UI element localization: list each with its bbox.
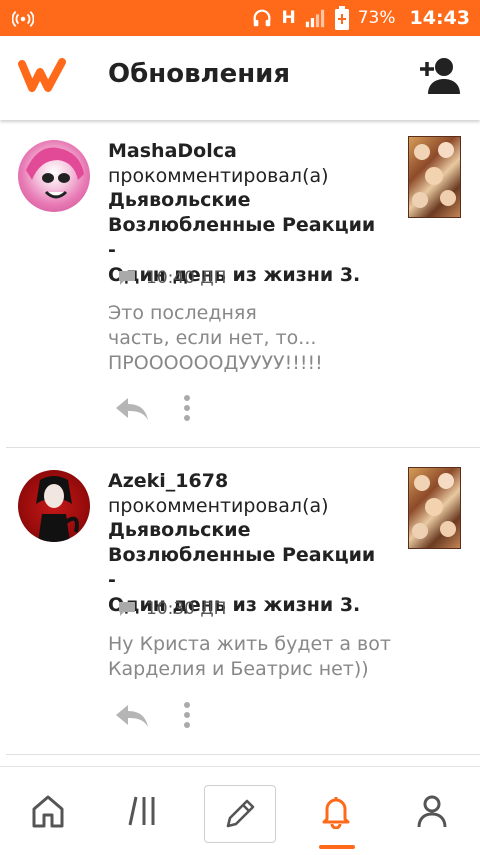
network-type: H — [281, 8, 296, 28]
story-title-line: Возлюбленные Реакции - — [108, 214, 376, 261]
add-user-icon[interactable] — [418, 56, 462, 96]
username[interactable]: Azeki_1678 — [108, 470, 228, 492]
comment-line: Карделия и Беатрис нет)) — [108, 658, 369, 680]
nav-library[interactable] — [96, 767, 192, 855]
page-title: Обновления — [108, 59, 291, 89]
cover-image — [408, 136, 461, 218]
avatar[interactable] — [18, 140, 90, 212]
username[interactable]: MashaDolca — [108, 140, 237, 162]
story-title-line: Дьявольские — [108, 519, 251, 541]
home-icon — [32, 795, 64, 828]
story-title-line: Возлюбленные Реакции - — [108, 544, 376, 591]
more-options-icon[interactable] — [178, 701, 196, 729]
comment-line: Это последняя — [108, 302, 257, 324]
pencil-icon — [226, 799, 255, 828]
avatar[interactable] — [18, 470, 90, 542]
clock: 14:43 — [409, 7, 470, 29]
profile-icon — [417, 795, 447, 828]
wattpad-logo-icon[interactable] — [18, 58, 66, 96]
story-cover[interactable] — [408, 467, 461, 549]
nav-notifications[interactable] — [288, 767, 384, 855]
avatar-image — [26, 147, 84, 199]
comment-text: Ну Криста жить будет а вот Карделия и Бе… — [108, 632, 408, 682]
comment-line: часть, если нет, то... — [108, 327, 317, 349]
more-options-icon[interactable] — [178, 394, 196, 422]
battery-icon — [334, 6, 349, 30]
timestamp: 10:40 ДП — [146, 268, 227, 288]
list-item[interactable]: MashaDolca прокомментировал(а) Дьявольск… — [0, 122, 480, 448]
story-cover[interactable] — [408, 136, 461, 218]
action-text: прокомментировал(а) — [108, 495, 329, 517]
nav-profile[interactable] — [384, 767, 480, 855]
headphones-icon — [254, 9, 271, 27]
comment-line: Ну Криста жить будет а вот — [108, 633, 391, 655]
comment-meta: 10:40 ДП — [118, 268, 226, 288]
avatar-image — [36, 476, 79, 542]
divider — [6, 754, 480, 755]
library-icon — [128, 796, 155, 826]
nav-home[interactable] — [0, 767, 96, 855]
hotspot-icon — [12, 11, 34, 27]
battery-level: 73% — [357, 8, 396, 28]
signal-icon — [305, 9, 324, 28]
active-tab-indicator — [319, 845, 355, 849]
timestamp: 10:30 ДП — [146, 599, 227, 619]
comment-line: ПРООООООДУУУУ!!!!! — [108, 352, 323, 374]
comment-meta: 10:30 ДП — [118, 599, 226, 619]
bottom-navigation — [0, 766, 480, 855]
status-bar: H 73% 14:43 — [0, 0, 480, 36]
nav-write[interactable] — [204, 785, 276, 843]
app-bar: Обновления — [0, 36, 480, 120]
comment-icon — [119, 602, 135, 616]
comment-icon — [119, 271, 135, 285]
story-title-line: Дьявольские — [108, 189, 251, 211]
reply-icon[interactable] — [114, 703, 150, 729]
bell-icon — [322, 797, 350, 829]
comment-text: Это последняя часть, если нет, то... ПРО… — [108, 301, 408, 376]
list-item[interactable]: Azeki_1678 прокомментировал(а) Дьявольск… — [0, 448, 480, 755]
action-text: прокомментировал(а) — [108, 165, 329, 187]
reply-icon[interactable] — [114, 396, 150, 422]
cover-image — [408, 467, 461, 549]
